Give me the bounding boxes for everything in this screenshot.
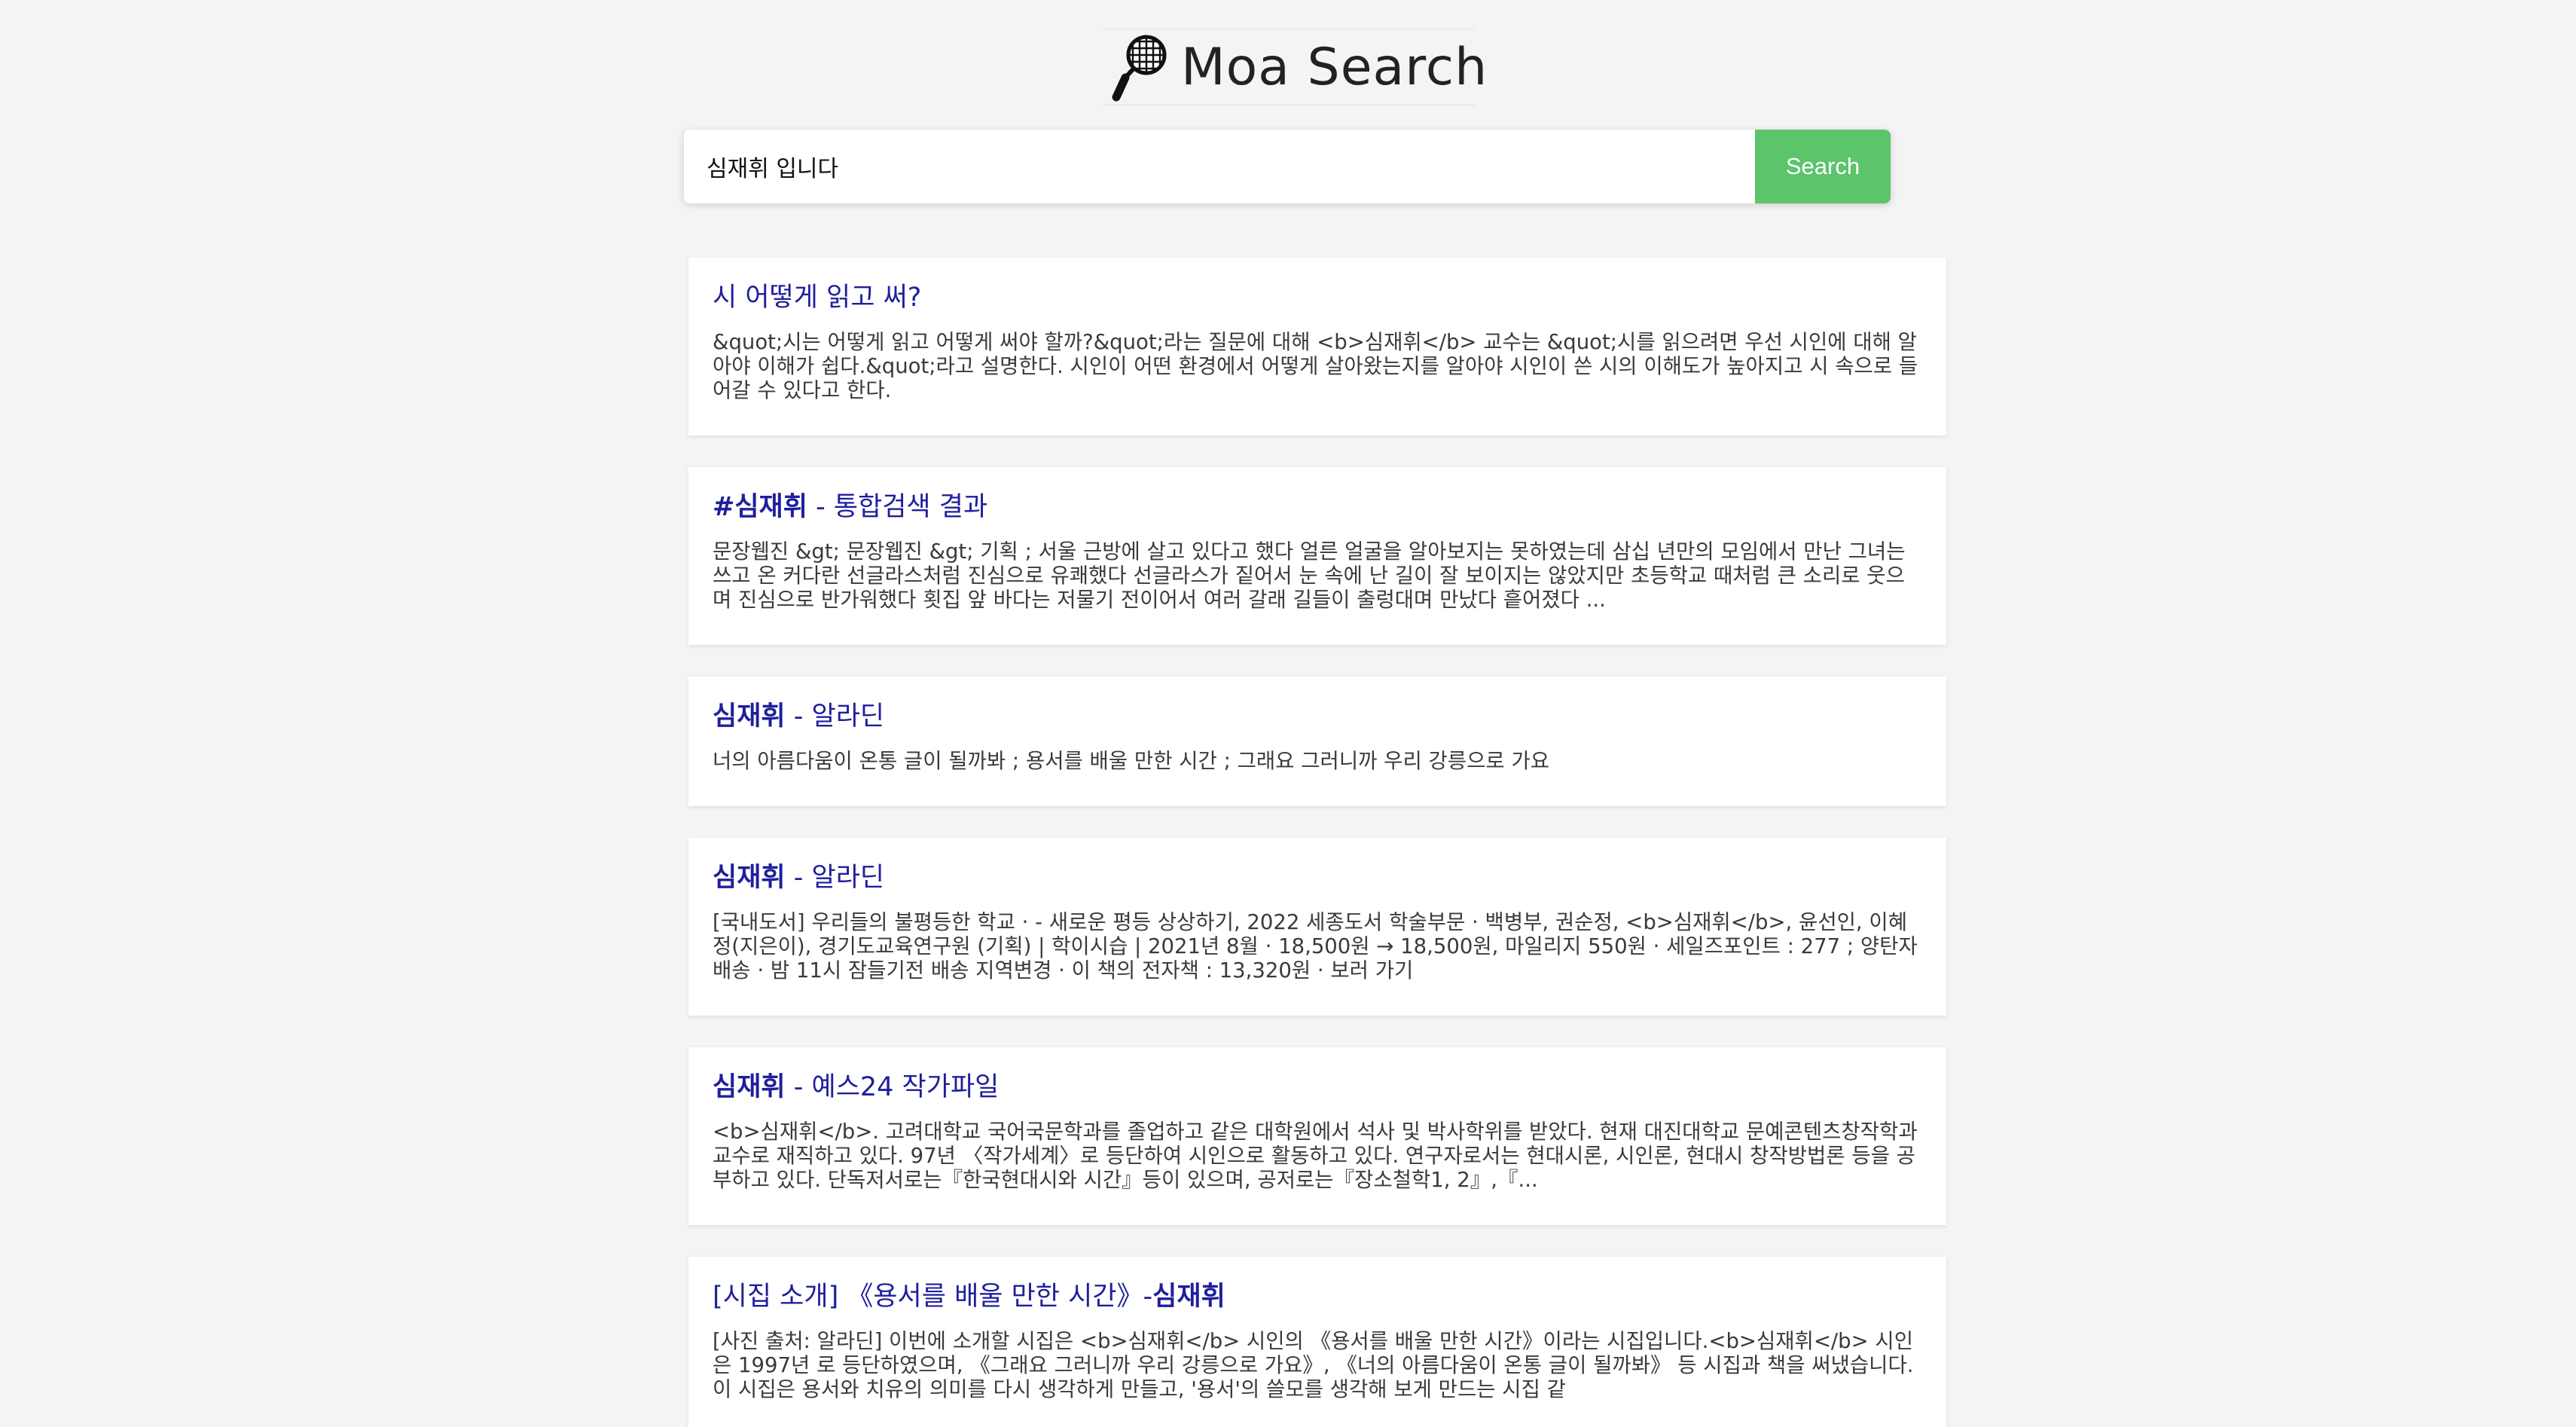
result-snippet: <b>심재휘</b>. 고려대학교 국어국문학과를 졸업하고 같은 대학원에서 … — [713, 1120, 1918, 1192]
result-snippet: [국내도서] 우리들의 불평등한 학교 · - 새로운 평등 상상하기, 202… — [713, 910, 1918, 982]
result-snippet: 문장웹진 &gt; 문장웹진 &gt; 기획 ; 서울 근방에 살고 있다고 했… — [713, 539, 1906, 612]
result-card: 심재휘 - 알라딘 [국내도서] 우리들의 불평등한 학교 · - 새로운 평등… — [688, 838, 1946, 1016]
result-title-link[interactable]: #심재휘 - 통합검색 결과 — [713, 490, 1922, 524]
result-card: 심재휘 - 알라딘 너의 아름다움이 온통 글이 될까봐 ; 용서를 배울 만한… — [688, 677, 1946, 806]
badminton-racket-icon — [1109, 31, 1169, 103]
site-logo[interactable]: Moa Search — [1103, 29, 1487, 105]
result-card: 시 어떻게 읽고 써? &quot;시는 어떻게 읽고 어떻게 써야 할까?&q… — [688, 258, 1946, 435]
result-title-link[interactable]: [시집 소개] 《용서를 배울 만한 시간》-심재휘 — [713, 1279, 1922, 1314]
result-title-highlight: 심재휘 — [1152, 1282, 1225, 1312]
result-title-link[interactable]: 시 어떻게 읽고 써? — [713, 280, 1922, 315]
logo-text: Moa Search — [1181, 37, 1488, 97]
result-title-link[interactable]: 심재휘 - 예스24 작가파일 — [713, 1070, 1922, 1105]
result-title-suffix: - 알라딘 — [785, 863, 885, 893]
result-title-suffix: - 예스24 작가파일 — [785, 1072, 1000, 1102]
result-card: [시집 소개] 《용서를 배울 만한 시간》-심재휘 [사진 출처: 알라딘] … — [688, 1257, 1946, 1427]
result-snippet: 너의 아름다움이 온통 글이 될까봐 ; 용서를 배울 만한 시간 ; 그래요 … — [713, 749, 1550, 773]
search-input[interactable] — [684, 130, 1755, 203]
result-card: 심재휘 - 예스24 작가파일 <b>심재휘</b>. 고려대학교 국어국문학과… — [688, 1047, 1946, 1225]
page: Moa Search Search 시 어떻게 읽고 써? &quot;시는 어… — [0, 0, 2576, 1427]
result-title-highlight: 심재휘 — [713, 1072, 786, 1102]
result-title-link[interactable]: 심재휘 - 알라딘 — [713, 860, 1922, 895]
result-snippet: &quot;시는 어떻게 읽고 어떻게 써야 할까?&quot;라는 질문에 대… — [713, 330, 1918, 402]
result-title-highlight: 심재휘 — [713, 863, 786, 893]
search-button[interactable]: Search — [1755, 130, 1891, 203]
search-bar: Search — [684, 130, 1891, 203]
result-title-link[interactable]: 심재휘 - 알라딘 — [713, 699, 1922, 734]
result-card: #심재휘 - 통합검색 결과 문장웹진 &gt; 문장웹진 &gt; 기획 ; … — [688, 467, 1946, 645]
result-title-suffix: - 통합검색 결과 — [807, 492, 988, 522]
result-title-highlight: #심재휘 — [713, 492, 807, 522]
result-title-highlight: 심재휘 — [713, 701, 786, 732]
search-results: 시 어떻게 읽고 써? &quot;시는 어떻게 읽고 어떻게 써야 할까?&q… — [688, 258, 1946, 1427]
result-title-suffix: 시 어떻게 읽고 써? — [713, 283, 922, 313]
result-title-prefix: [시집 소개] 《용서를 배울 만한 시간》- — [713, 1282, 1153, 1312]
result-title-suffix: - 알라딘 — [785, 701, 885, 732]
result-snippet: [사진 출처: 알라딘] 이번에 소개할 시집은 <b>심재휘</b> 시인의 … — [713, 1329, 1914, 1401]
